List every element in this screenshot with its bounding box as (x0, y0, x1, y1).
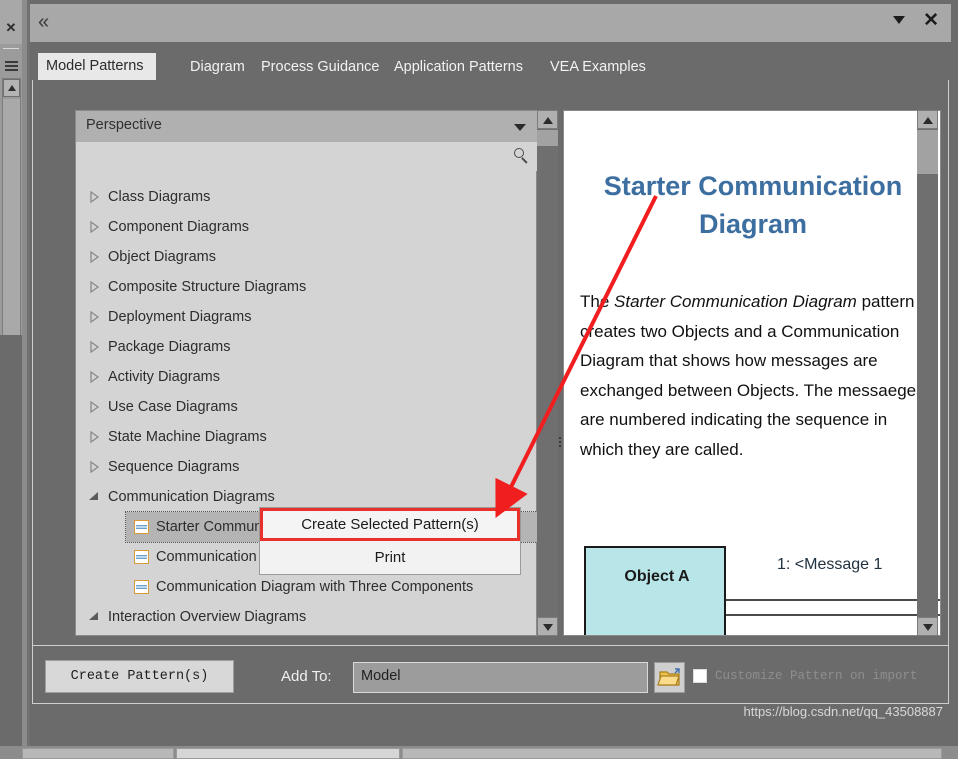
tab-model-patterns[interactable]: Model Patterns (38, 53, 156, 80)
tree-group-item[interactable]: Activity Diagrams (88, 362, 220, 392)
tree-item-label: Communication Diagrams (108, 489, 275, 505)
watermark-text: https://blog.csdn.net/qq_43508887 (743, 704, 944, 719)
tree-item-label: Sequence Diagrams (108, 459, 240, 475)
preview-description: The Starter Communication Diagram patter… (580, 287, 928, 464)
create-patterns-button[interactable]: Create Pattern(s) (45, 660, 234, 693)
preview-connector-line (726, 614, 940, 616)
chevron-collapsed-icon[interactable] (88, 311, 100, 323)
customize-pattern-label: Customize Pattern on import (715, 669, 918, 683)
taskbar (0, 746, 958, 759)
tree-group-item[interactable]: Class Diagrams (88, 182, 210, 212)
tree-item-label: Interaction Overview Diagrams (108, 609, 307, 625)
customize-pattern-checkbox[interactable] (693, 669, 707, 683)
tree-group-item[interactable]: State Machine Diagrams (88, 422, 267, 452)
tab-diagram[interactable]: Diagram (182, 54, 245, 80)
tree-item-label: Activity Diagrams (108, 369, 220, 385)
tree-group-item[interactable]: Communication Diagrams (88, 482, 275, 512)
tab-strip: Model Patterns Diagram Process Guidance App… (30, 42, 951, 80)
window-titlebar: « ✕ (30, 4, 951, 42)
tab-application-patterns[interactable]: Application Patterns (386, 54, 534, 80)
context-menu-item[interactable]: Create Selected Pattern(s) (260, 508, 520, 541)
add-to-label: Add To: (281, 668, 332, 685)
chevron-collapsed-icon[interactable] (88, 341, 100, 353)
preview-text-post: pattern creates two Objects and a Commun… (580, 292, 925, 459)
chevron-collapsed-icon[interactable] (88, 371, 100, 383)
preview-message-label: 1: <Message 1 (777, 556, 883, 573)
tree-item-label: Component Diagrams (108, 219, 250, 235)
scroll-up-button[interactable] (917, 110, 938, 129)
divider (3, 48, 19, 49)
scroll-down-button[interactable] (537, 617, 558, 636)
tree-item-label: Communication Diagram with Three Compone… (156, 579, 474, 595)
chevron-collapsed-icon[interactable] (88, 191, 100, 203)
scrollbar-thumb[interactable] (537, 130, 558, 146)
chevron-collapsed-icon[interactable] (88, 251, 100, 263)
preview-connector-line (726, 599, 940, 601)
collapse-icon[interactable]: « (38, 12, 49, 32)
scrollbar-thumb[interactable] (917, 130, 938, 174)
diagram-pattern-icon (134, 550, 149, 564)
window-close-icon[interactable]: ✕ (923, 10, 939, 32)
preview-text-emphasis: Starter Communication Diagram (614, 292, 857, 311)
scroll-up-button[interactable] (537, 110, 558, 129)
add-to-value: Model (361, 668, 401, 684)
tree-group-item[interactable]: Interaction Overview Diagrams (88, 602, 306, 632)
tree-leaf-item[interactable]: Communication Diagram with Three Compone… (134, 572, 473, 602)
chevron-collapsed-icon[interactable] (88, 221, 100, 233)
preview-text-pre: The (580, 292, 615, 311)
tree-item-label: Object Diagrams (108, 249, 216, 265)
context-menu-item[interactable]: Print (260, 541, 520, 574)
left-strip-lower (0, 335, 22, 759)
tree-item-label: Use Case Diagrams (108, 399, 238, 415)
tree-group-item[interactable]: Component Diagrams (88, 212, 249, 242)
scroll-up-arrow[interactable] (3, 79, 20, 97)
taskbar-item[interactable] (402, 748, 942, 759)
diagram-pattern-icon (134, 520, 149, 534)
taskbar-item[interactable] (22, 748, 174, 759)
preview-title: Starter Communication Diagram (603, 171, 903, 239)
chevron-expanded-icon[interactable] (88, 611, 100, 623)
app-root: ✕ « ✕ Model Patterns Diagram Process Guida… (0, 0, 958, 759)
search-icon[interactable] (512, 147, 530, 165)
hamburger-icon[interactable] (2, 57, 20, 75)
preview-vertical-scrollbar[interactable] (917, 110, 938, 636)
action-bar: Create Pattern(s) Add To: Model Customiz… (32, 646, 949, 704)
tree-group-item[interactable]: Use Case Diagrams (88, 392, 238, 422)
tree-group-item[interactable]: Deployment Diagrams (88, 302, 251, 332)
tree-group-item[interactable]: Object Diagrams (88, 242, 216, 272)
context-menu[interactable]: Create Selected Pattern(s) Print (259, 507, 521, 575)
perspective-selector[interactable]: Perspective (76, 111, 538, 142)
search-row (76, 142, 538, 171)
tree-item-label: Deployment Diagrams (108, 309, 252, 325)
diagram-pattern-icon (134, 580, 149, 594)
pattern-preview-panel: Starter Communication Diagram The Starte… (563, 110, 941, 636)
tree-item-label: Package Diagrams (108, 339, 231, 355)
scroll-down-button[interactable] (917, 617, 938, 636)
chevron-collapsed-icon[interactable] (88, 401, 100, 413)
tree-item-label: Composite Structure Diagrams (108, 279, 307, 295)
tree-group-item[interactable]: Package Diagrams (88, 332, 231, 362)
perspective-label: Perspective (86, 117, 162, 133)
chevron-collapsed-icon[interactable] (88, 461, 100, 473)
tree-item-label: Class Diagrams (108, 189, 211, 205)
tree-group-item[interactable]: Composite Structure Diagrams (88, 272, 306, 302)
close-icon[interactable]: ✕ (2, 18, 20, 36)
preview-object-box: Object A (584, 546, 726, 635)
chevron-expanded-icon[interactable] (88, 491, 100, 503)
tree-group-item[interactable]: Sequence Diagrams (88, 452, 239, 482)
tab-process-guidance[interactable]: Process Guidance (253, 54, 379, 80)
tree-vertical-scrollbar[interactable] (537, 110, 558, 636)
add-to-input[interactable]: Model (353, 662, 648, 693)
chevron-down-icon[interactable] (893, 16, 905, 24)
chevron-collapsed-icon[interactable] (88, 281, 100, 293)
tab-vea-examples[interactable]: VEA Examples (542, 54, 646, 80)
preview-object-label: Object A (624, 568, 690, 585)
main-window: « ✕ Model Patterns Diagram Process Guidanc… (30, 4, 951, 728)
chevron-collapsed-icon[interactable] (88, 431, 100, 443)
chevron-down-icon[interactable] (514, 124, 526, 131)
folder-open-icon[interactable] (654, 662, 685, 693)
tree-item-label: State Machine Diagrams (108, 429, 267, 445)
taskbar-item[interactable] (176, 748, 400, 759)
